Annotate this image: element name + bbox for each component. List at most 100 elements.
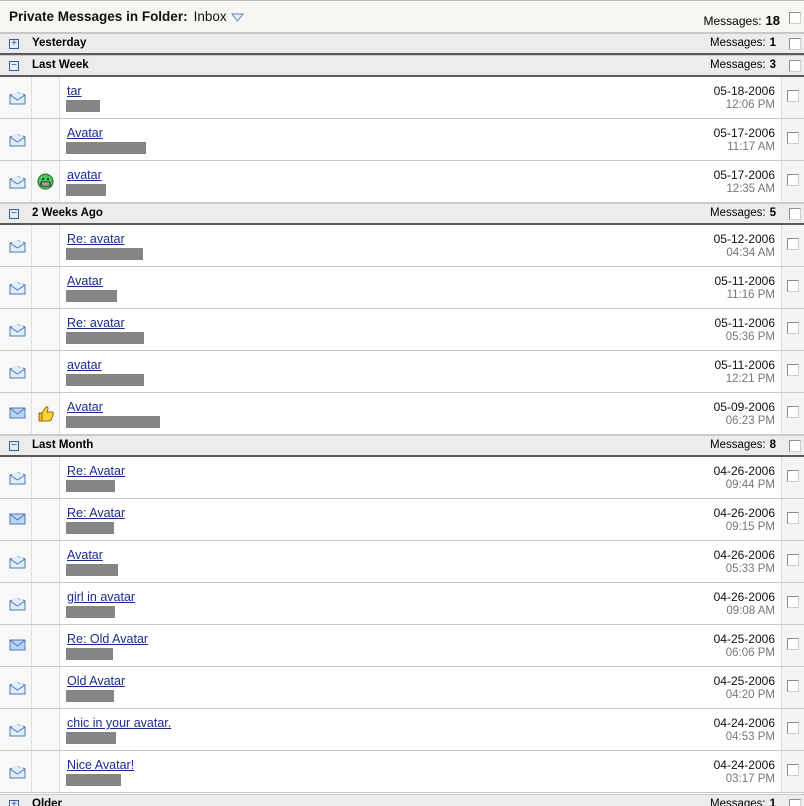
message-subject-link[interactable]: avatar	[67, 358, 102, 372]
group-count-value: 1	[769, 798, 776, 806]
redacted-sender	[66, 648, 113, 660]
status-cell	[0, 583, 32, 624]
group-count-value: 5	[769, 207, 776, 219]
group-checkbox[interactable]	[789, 208, 801, 220]
message-select-cell	[782, 161, 804, 202]
message-subject-link[interactable]: Old Avatar	[67, 674, 125, 688]
group-header-2-weeks-ago: − 2 Weeks Ago Messages: 5	[0, 203, 804, 225]
message-date: 04-26-2006	[713, 464, 775, 478]
message-subject-link[interactable]: chic in your avatar.	[67, 716, 171, 730]
message-time: 09:15 PM	[725, 521, 775, 533]
message-row: Re: avatar 05-11-2006 05:36 PM	[0, 309, 804, 351]
expand-group-button[interactable]: +	[9, 800, 19, 806]
message-checkbox[interactable]	[787, 722, 799, 734]
group-checkbox[interactable]	[789, 440, 801, 452]
message-row: avatar 05-17-2006 12:35 AM	[0, 161, 804, 203]
message-icon-cell	[32, 751, 60, 792]
status-cell	[0, 351, 32, 392]
group-count-value: 1	[769, 37, 776, 49]
group-checkbox[interactable]	[789, 799, 801, 806]
message-time: 04:20 PM	[725, 689, 775, 701]
collapse-group-button[interactable]: −	[9, 441, 19, 451]
message-subject-link[interactable]: Avatar	[67, 126, 103, 140]
message-checkbox[interactable]	[787, 364, 799, 376]
message-icon-cell	[32, 309, 60, 350]
message-date: 04-24-2006	[713, 758, 775, 772]
message-icon-cell	[32, 457, 60, 498]
message-icon-cell	[32, 499, 60, 540]
message-checkbox[interactable]	[787, 596, 799, 608]
message-details: Re: avatar 05-12-2006 04:34 AM	[60, 225, 782, 266]
message-row: Avatar 05-17-2006 11:17 AM	[0, 119, 804, 161]
message-subject-link[interactable]: Re: Avatar	[67, 464, 125, 478]
message-subject-link[interactable]: girl in avatar	[67, 590, 135, 604]
status-cell	[0, 119, 32, 160]
message-checkbox[interactable]	[787, 512, 799, 524]
message-subject-link[interactable]: Avatar	[67, 274, 103, 288]
message-icon-cell	[32, 541, 60, 582]
collapse-group-button[interactable]: −	[9, 61, 19, 71]
message-subject-link[interactable]: Avatar	[67, 400, 103, 414]
message-checkbox[interactable]	[787, 174, 799, 186]
message-icon-cell	[32, 77, 60, 118]
message-select-cell	[782, 119, 804, 160]
read-icon	[9, 174, 26, 192]
redacted-sender	[66, 522, 114, 534]
message-details: Avatar 05-11-2006 11:16 PM	[60, 267, 782, 308]
message-checkbox[interactable]	[787, 638, 799, 650]
message-checkbox[interactable]	[787, 280, 799, 292]
redacted-sender	[66, 374, 144, 386]
page-title-text: Private Messages in Folder:	[9, 9, 188, 24]
message-details: Nice Avatar! 04-24-2006 03:17 PM	[60, 751, 782, 792]
message-checkbox[interactable]	[787, 406, 799, 418]
status-cell	[0, 225, 32, 266]
message-checkbox[interactable]	[787, 680, 799, 692]
collapse-group-button[interactable]: −	[9, 209, 19, 219]
status-cell	[0, 393, 32, 434]
read-icon	[9, 238, 26, 256]
read-icon	[9, 280, 26, 298]
redacted-sender	[66, 690, 114, 702]
message-details: Re: Avatar 04-26-2006 09:44 PM	[60, 457, 782, 498]
redacted-sender	[66, 100, 100, 112]
message-time: 05:33 PM	[725, 563, 775, 575]
message-checkbox[interactable]	[787, 764, 799, 776]
folder-selector[interactable]: Inbox	[194, 9, 227, 24]
message-subject-link[interactable]: tar	[67, 84, 82, 98]
group-count-value: 3	[769, 59, 776, 71]
message-date: 04-25-2006	[713, 674, 775, 688]
message-checkbox[interactable]	[787, 90, 799, 102]
message-subject-link[interactable]: Re: avatar	[67, 232, 125, 246]
message-checkbox[interactable]	[787, 132, 799, 144]
total-message-count: Messages: 18	[704, 13, 781, 28]
select-all-checkbox[interactable]	[789, 12, 801, 24]
message-subject-link[interactable]: Re: avatar	[67, 316, 125, 330]
message-subject-link[interactable]: Avatar	[67, 548, 103, 562]
message-checkbox[interactable]	[787, 238, 799, 250]
group-checkbox[interactable]	[789, 60, 801, 72]
message-subject-link[interactable]: Re: Old Avatar	[67, 632, 148, 646]
message-details: girl in avatar 04-26-2006 09:08 AM	[60, 583, 782, 624]
message-time: 11:17 AM	[727, 141, 775, 153]
messages-label: Messages:	[709, 59, 766, 71]
message-subject-link[interactable]: Re: Avatar	[67, 506, 125, 520]
message-checkbox[interactable]	[787, 470, 799, 482]
message-select-cell	[782, 667, 804, 708]
message-checkbox[interactable]	[787, 554, 799, 566]
messages-label: Messages:	[709, 207, 766, 219]
redacted-sender	[66, 332, 144, 344]
group-checkbox[interactable]	[789, 38, 801, 50]
message-subject-link[interactable]: Nice Avatar!	[67, 758, 134, 772]
chevron-down-icon[interactable]	[230, 13, 244, 22]
message-subject-link[interactable]: avatar	[67, 168, 102, 182]
message-checkbox[interactable]	[787, 322, 799, 334]
message-details: avatar 05-17-2006 12:35 AM	[60, 161, 782, 202]
messages-label: Messages:	[709, 798, 766, 806]
message-row: Nice Avatar! 04-24-2006 03:17 PM	[0, 751, 804, 793]
group-title: Last Week	[32, 59, 89, 71]
closed-envelope-icon	[9, 407, 26, 422]
message-details: chic in your avatar. 04-24-2006 04:53 PM	[60, 709, 782, 750]
message-select-cell	[782, 267, 804, 308]
expand-group-button[interactable]: +	[9, 39, 19, 49]
redacted-sender	[66, 248, 143, 260]
